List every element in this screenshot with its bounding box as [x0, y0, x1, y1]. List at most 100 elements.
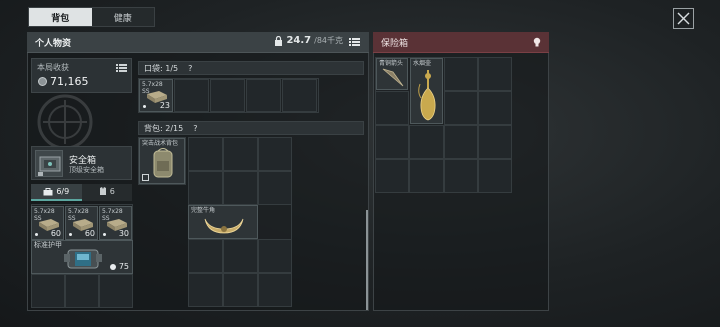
list-icon	[349, 38, 360, 46]
equipment-subtabs: 6/9 6	[31, 184, 132, 201]
item-name: 5.7x28	[34, 208, 55, 215]
subtab-case-label: 6/9	[56, 187, 70, 196]
ammo-item[interactable]: 5.7x28 SS 60	[31, 206, 64, 240]
close-icon	[677, 12, 690, 25]
pocket-header: 口袋: 1/5 ?	[138, 61, 364, 75]
weight-max: /84千克	[314, 36, 343, 45]
vault-title: 保险箱	[381, 38, 409, 49]
coin-icon	[38, 77, 47, 86]
vault-header: 保险箱	[373, 32, 549, 53]
vault-cell[interactable]	[409, 159, 444, 193]
briefcase-icon	[43, 187, 53, 195]
loot-label: 本局收获	[37, 63, 69, 72]
safe-box-slot[interactable]: 安全箱 顶级安全箱	[31, 146, 132, 180]
close-button[interactable]	[673, 8, 694, 29]
loot-value: 71,165	[50, 75, 89, 88]
backpack-cell[interactable]	[188, 273, 223, 307]
subtab-vest[interactable]: 6	[81, 184, 132, 201]
vault-cell[interactable]	[375, 159, 409, 193]
backpack-cell[interactable]	[258, 137, 292, 171]
backpack-cell[interactable]	[258, 239, 292, 273]
vault-cell[interactable]	[444, 57, 478, 91]
loot-summary: 本局收获 71,165	[31, 58, 132, 93]
arrowhead-icon	[382, 68, 404, 87]
item-count: 60	[50, 229, 61, 238]
item-dot-icon	[103, 233, 106, 236]
armor-item[interactable]: 标准护甲 75	[31, 240, 133, 274]
backpack-cell[interactable]	[223, 171, 258, 205]
item-dot-icon	[143, 105, 146, 108]
vault-cell[interactable]	[478, 159, 512, 193]
vault-cell[interactable]	[444, 91, 478, 125]
backpack-cell[interactable]	[188, 171, 223, 205]
backpack-cell[interactable]	[223, 137, 258, 171]
backpack-cell[interactable]	[258, 171, 292, 205]
armor-icon	[64, 249, 102, 269]
grid-cell[interactable]	[31, 274, 65, 308]
item-name: 5.7x28	[68, 208, 89, 215]
vault-cell[interactable]	[478, 125, 512, 159]
sort-button[interactable]	[348, 36, 361, 48]
item-count: 60	[84, 229, 95, 238]
hookah-item[interactable]: 水烟壶	[410, 58, 443, 124]
item-name: 5.7x28	[142, 81, 163, 88]
ammo-item[interactable]: 5.7x28 SS 60	[65, 206, 98, 240]
grid-cell[interactable]	[65, 274, 99, 308]
pocket-slot[interactable]	[174, 79, 209, 112]
armor-durability: 75	[110, 262, 129, 271]
pocket-slot[interactable]	[246, 79, 281, 112]
vault-cell[interactable]	[478, 91, 512, 125]
grid-cell[interactable]	[99, 274, 133, 308]
subtab-vest-label: 6	[109, 187, 115, 196]
bulb-icon	[533, 37, 541, 47]
tactical-backpack-item[interactable]: 突击战术背包	[139, 138, 185, 184]
link-icon	[142, 174, 149, 181]
backpack-cell[interactable]	[188, 137, 223, 171]
vest-icon	[99, 187, 106, 195]
backpack-header: 背包: 2/15 ?	[138, 121, 364, 135]
emblem-watermark-icon	[37, 94, 93, 150]
item-count: 30	[118, 229, 129, 238]
vault-cell[interactable]	[375, 91, 409, 125]
weight-lock-icon	[275, 35, 283, 46]
durability-icon	[110, 263, 117, 270]
scrollbar[interactable]	[366, 210, 368, 310]
vault-cell[interactable]	[409, 125, 444, 159]
personal-supplies-header: 个人物资 24.7/84千克	[27, 32, 369, 53]
ammo-item[interactable]: 5.7x28 SS 30	[99, 206, 132, 240]
pocket-slot[interactable]	[210, 79, 245, 112]
safe-box-subtitle: 顶级安全箱	[69, 166, 104, 174]
backpack-help[interactable]: ?	[193, 124, 197, 133]
armor-count: 75	[118, 262, 129, 271]
pocket-label: 口袋: 1/5	[144, 63, 179, 73]
item-dot-icon	[69, 233, 72, 236]
item-name: 标准护甲	[34, 241, 62, 249]
top-tab-bar: 背包 健康	[28, 7, 155, 27]
backpack-label: 背包: 2/15	[144, 123, 184, 133]
loot-value-row: 71,165	[38, 75, 89, 88]
horn-icon	[204, 218, 244, 234]
backpack-cell[interactable]	[188, 239, 223, 273]
list-icon	[116, 64, 127, 72]
backpack-cell[interactable]	[223, 239, 258, 273]
loot-detail-button[interactable]	[116, 63, 127, 73]
vault-cell[interactable]	[478, 57, 512, 91]
vault-cell[interactable]	[444, 125, 478, 159]
pocket-help[interactable]: ?	[188, 64, 192, 73]
subtab-case[interactable]: 6/9	[31, 184, 82, 201]
backpack-cell[interactable]	[223, 273, 258, 307]
item-dot-icon	[35, 233, 38, 236]
pocket-ammo-item[interactable]: 5.7x28 SS 23	[139, 79, 173, 112]
pocket-slot[interactable]	[282, 79, 317, 112]
bronze-arrowhead-item[interactable]: 青铜箭头	[376, 58, 408, 90]
vault-cell[interactable]	[444, 159, 478, 193]
tab-health[interactable]: 健康	[92, 8, 155, 26]
backpack-icon	[153, 148, 173, 178]
panel-title: 个人物资	[35, 38, 72, 49]
tab-backpack[interactable]: 背包	[29, 8, 92, 26]
vault-info-button[interactable]	[531, 36, 543, 48]
item-name: 突击战术背包	[142, 140, 179, 147]
backpack-cell[interactable]	[258, 273, 292, 307]
horn-item[interactable]: 完整牛角	[188, 205, 258, 239]
vault-cell[interactable]	[375, 125, 409, 159]
